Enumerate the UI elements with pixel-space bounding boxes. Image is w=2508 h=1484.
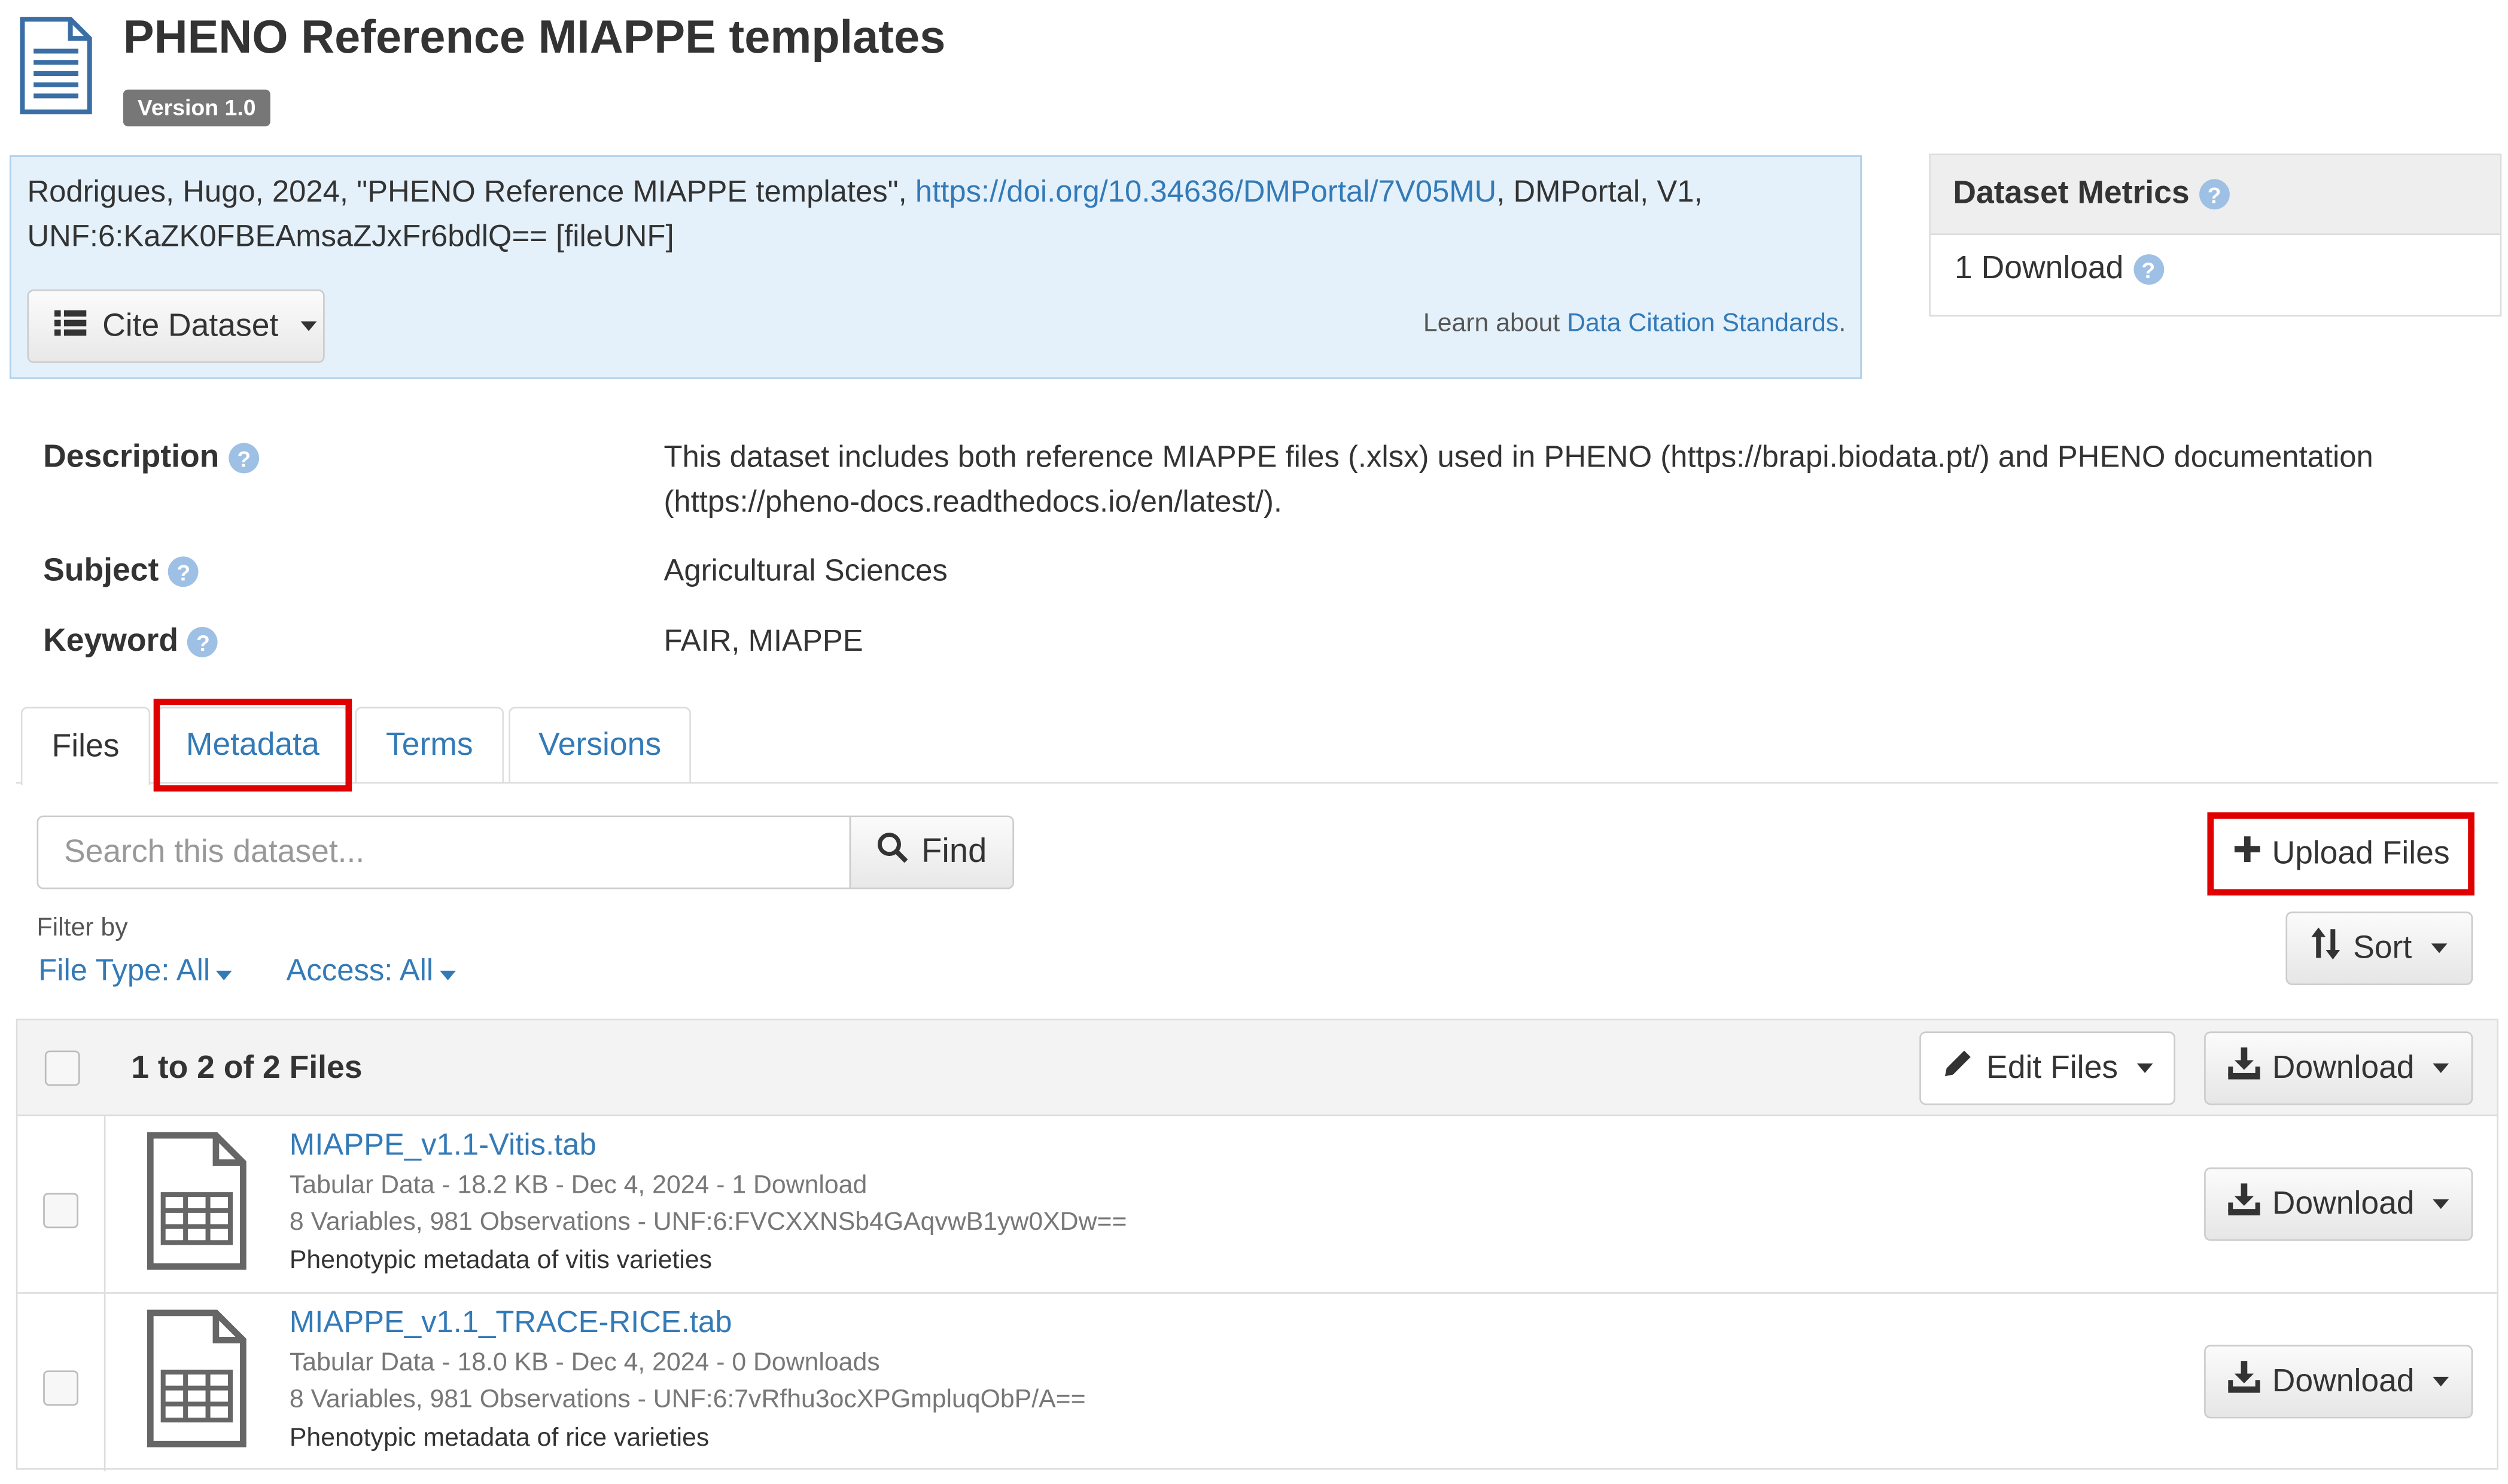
help-icon[interactable]: ? xyxy=(168,556,199,587)
file-variables: 8 Variables, 981 Observations - UNF:6:FV… xyxy=(289,1209,1127,1236)
sort-icon xyxy=(2311,927,2340,970)
metrics-title: Dataset Metrics xyxy=(1953,176,2190,211)
subject-value: Agricultural Sciences xyxy=(663,554,948,589)
file-name-link[interactable]: MIAPPE_v1.1_TRACE-RICE.tab xyxy=(290,1306,732,1342)
chevron-down-icon xyxy=(2433,1376,2450,1387)
tabular-file-icon xyxy=(145,1308,248,1457)
file-description: Phenotypic metadata of vitis varieties xyxy=(289,1247,713,1275)
file-type-filter[interactable]: File Type: All xyxy=(38,955,233,990)
document-icon xyxy=(19,16,93,115)
chevron-down-icon xyxy=(2433,1199,2450,1209)
keyword-label-text: Keyword xyxy=(43,623,179,659)
edit-files-button[interactable]: Edit Files xyxy=(1919,1031,2175,1105)
table-row: MIAPPE_v1.1_TRACE-RICE.tab Tabular Data … xyxy=(17,1293,2497,1471)
dataset-title: PHENO Reference MIAPPE templates xyxy=(123,13,946,64)
help-icon[interactable]: ? xyxy=(188,627,218,657)
subject-label-text: Subject xyxy=(43,553,159,589)
file-meta: Tabular Data - 18.0 KB - Dec 4, 2024 - 0… xyxy=(289,1349,880,1377)
learn-prefix: Learn about xyxy=(1423,310,1568,338)
learn-citation: Learn about Data Citation Standards. xyxy=(1423,310,1846,339)
citation-text: Rodrigues, Hugo, 2024, "PHENO Reference … xyxy=(27,171,1818,261)
file-variables: 8 Variables, 981 Observations - UNF:6:7v… xyxy=(289,1386,1086,1414)
metrics-header: Dataset Metrics ? xyxy=(1930,155,2500,236)
row-divider xyxy=(104,1293,106,1471)
highlight-box-upload xyxy=(2207,812,2474,896)
files-table: 1 to 2 of 2 Files Edit Files Download MI… xyxy=(16,1019,2499,1471)
file-download-button[interactable]: Download xyxy=(2204,1167,2473,1241)
edit-files-label: Edit Files xyxy=(1986,1050,2119,1085)
help-icon[interactable]: ? xyxy=(229,443,260,474)
keyword-label: Keyword ? xyxy=(43,624,218,660)
search-icon xyxy=(876,831,908,873)
file-name-link[interactable]: MIAPPE_v1.1-Vitis.tab xyxy=(290,1129,596,1164)
search-input[interactable]: Search this dataset... xyxy=(36,815,851,889)
row-divider xyxy=(104,1116,106,1293)
list-icon xyxy=(54,308,87,345)
downloads-count: 1 Download xyxy=(1955,251,2124,287)
sort-button[interactable]: Sort xyxy=(2285,911,2473,985)
file-meta: Tabular Data - 18.2 KB - Dec 4, 2024 - 1… xyxy=(289,1172,868,1200)
download-all-button[interactable]: Download xyxy=(2204,1031,2473,1105)
citation-unf: UNF:6:KaZK0FBEAmsaZJxFr6bdlQ== [fileUNF] xyxy=(27,220,674,255)
download-icon xyxy=(2227,1047,2260,1089)
doi-link[interactable]: https://doi.org/10.34636/DMPortal/7V05MU xyxy=(915,176,1496,209)
dataset-metrics-panel: Dataset Metrics ? 1 Download ? xyxy=(1929,153,2502,317)
chevron-down-icon xyxy=(439,970,456,980)
download-all-label: Download xyxy=(2272,1050,2415,1085)
highlight-box-metadata xyxy=(153,699,352,792)
data-citation-standards-link[interactable]: Data Citation Standards xyxy=(1567,310,1839,337)
tabular-file-icon xyxy=(145,1130,248,1279)
cite-dataset-label: Cite Dataset xyxy=(102,307,279,343)
file-download-button[interactable]: Download xyxy=(2204,1345,2473,1419)
chevron-down-icon xyxy=(2137,1063,2153,1073)
citation-prefix: Rodrigues, Hugo, 2024, "PHENO Reference … xyxy=(27,176,915,210)
subject-label: Subject ? xyxy=(43,553,199,590)
file-type-filter-label: File Type: All xyxy=(38,955,211,989)
find-button[interactable]: Find xyxy=(849,815,1014,889)
sort-label: Sort xyxy=(2353,930,2412,965)
find-label: Find xyxy=(921,833,987,870)
files-table-header: 1 to 2 of 2 Files Edit Files Download xyxy=(17,1020,2497,1117)
access-filter-label: Access: All xyxy=(286,955,434,989)
citation-box: Rodrigues, Hugo, 2024, "PHENO Reference … xyxy=(10,155,1862,379)
help-icon[interactable]: ? xyxy=(2133,254,2164,285)
help-icon[interactable]: ? xyxy=(2199,179,2230,210)
table-row: MIAPPE_v1.1-Vitis.tab Tabular Data - 18.… xyxy=(17,1116,2497,1294)
metrics-downloads: 1 Download ? xyxy=(1955,251,2164,288)
filter-by-label: Filter by xyxy=(36,915,128,942)
select-all-checkbox[interactable] xyxy=(44,1050,80,1086)
chevron-down-icon xyxy=(2431,943,2448,953)
chevron-down-icon xyxy=(216,970,233,980)
citation-suffix: , DMPortal, V1, xyxy=(1496,176,1703,210)
row-checkbox[interactable] xyxy=(43,1193,79,1229)
cite-dataset-button[interactable]: Cite Dataset xyxy=(27,289,325,363)
files-count: 1 to 2 of 2 Files xyxy=(131,1050,363,1086)
tab-versions[interactable]: Versions xyxy=(509,706,691,784)
download-icon xyxy=(2227,1361,2260,1403)
row-checkbox[interactable] xyxy=(43,1370,79,1406)
tab-files[interactable]: Files xyxy=(20,706,151,785)
tab-terms[interactable]: Terms xyxy=(355,706,504,784)
chevron-down-icon xyxy=(300,321,317,331)
keyword-value: FAIR, MIAPPE xyxy=(663,625,863,659)
file-download-label: Download xyxy=(2272,1363,2415,1398)
file-download-label: Download xyxy=(2272,1186,2415,1221)
learn-suffix: . xyxy=(1839,310,1846,338)
description-value: This dataset includes both reference MIA… xyxy=(663,441,2373,520)
chevron-down-icon xyxy=(2433,1063,2450,1073)
description-label: Description ? xyxy=(43,440,260,476)
version-badge: Version 1.0 xyxy=(123,89,270,127)
description-label-text: Description xyxy=(43,440,220,476)
download-icon xyxy=(2227,1183,2260,1225)
pencil-icon xyxy=(1941,1047,1973,1089)
access-filter[interactable]: Access: All xyxy=(287,955,456,990)
file-description: Phenotypic metadata of rice varieties xyxy=(289,1425,710,1452)
